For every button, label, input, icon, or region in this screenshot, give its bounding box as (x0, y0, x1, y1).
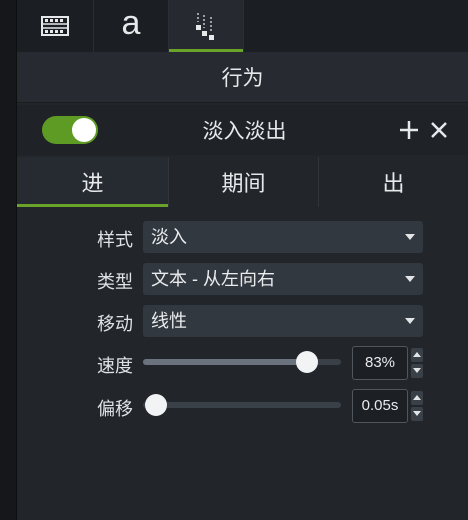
section-title-text: 行为 (221, 67, 264, 90)
type-label: 类型 (97, 272, 133, 292)
offset-label: 偏移 (97, 399, 133, 419)
chevron-up-icon (413, 395, 421, 400)
chevron-down-icon (413, 368, 421, 373)
style-dropdown[interactable]: 淡入 (143, 221, 423, 253)
style-dropdown-value: 淡入 (151, 227, 187, 247)
section-title: 行为 (17, 52, 468, 103)
chevron-down-icon (413, 411, 421, 416)
type-dropdown-value: 文本 - 从左向右 (151, 269, 275, 289)
offset-increment-button[interactable] (411, 391, 423, 405)
speed-slider-fill (143, 359, 308, 365)
behavior-name: 淡入淡出 (202, 120, 287, 143)
speed-increment-button[interactable] (411, 348, 423, 362)
tab-bar-empty-area (244, 0, 468, 52)
movement-dropdown-value: 线性 (151, 311, 187, 331)
plus-icon[interactable] (398, 119, 420, 141)
speed-decrement-button[interactable] (411, 364, 423, 378)
tab-visual-properties[interactable] (17, 0, 94, 52)
tab-during[interactable]: 期间 (169, 157, 319, 207)
offset-value-field[interactable]: 0.05s (352, 389, 408, 423)
speed-value-field[interactable]: 83% (352, 346, 408, 380)
text-icon: a (121, 4, 141, 42)
movement-dropdown[interactable]: 线性 (143, 305, 423, 337)
behavior-header: 淡入淡出 (17, 105, 468, 155)
movement-label: 移动 (97, 314, 133, 334)
offset-slider-handle[interactable] (145, 394, 167, 416)
phase-tabs: 进 期间 出 (17, 157, 468, 207)
toggle-knob (72, 118, 96, 142)
behaviors-icon (196, 13, 214, 40)
chevron-down-icon (405, 318, 415, 324)
type-dropdown[interactable]: 文本 - 从左向右 (143, 263, 423, 295)
film-icon (41, 16, 69, 36)
offset-decrement-button[interactable] (411, 407, 423, 421)
properties-tab-bar: a (17, 0, 468, 52)
style-label: 样式 (97, 230, 133, 250)
speed-slider[interactable] (143, 351, 341, 373)
tab-behaviors[interactable] (169, 0, 244, 52)
behavior-enable-toggle[interactable] (42, 116, 98, 144)
close-icon[interactable] (429, 120, 449, 140)
chevron-down-icon (405, 234, 415, 240)
left-gutter (0, 0, 17, 520)
tab-in[interactable]: 进 (17, 157, 169, 207)
chevron-down-icon (405, 276, 415, 282)
offset-slider[interactable] (143, 394, 341, 416)
chevron-up-icon (413, 352, 421, 357)
tab-out[interactable]: 出 (319, 157, 468, 207)
tab-text-properties[interactable]: a (94, 0, 169, 52)
speed-label: 速度 (97, 356, 133, 376)
